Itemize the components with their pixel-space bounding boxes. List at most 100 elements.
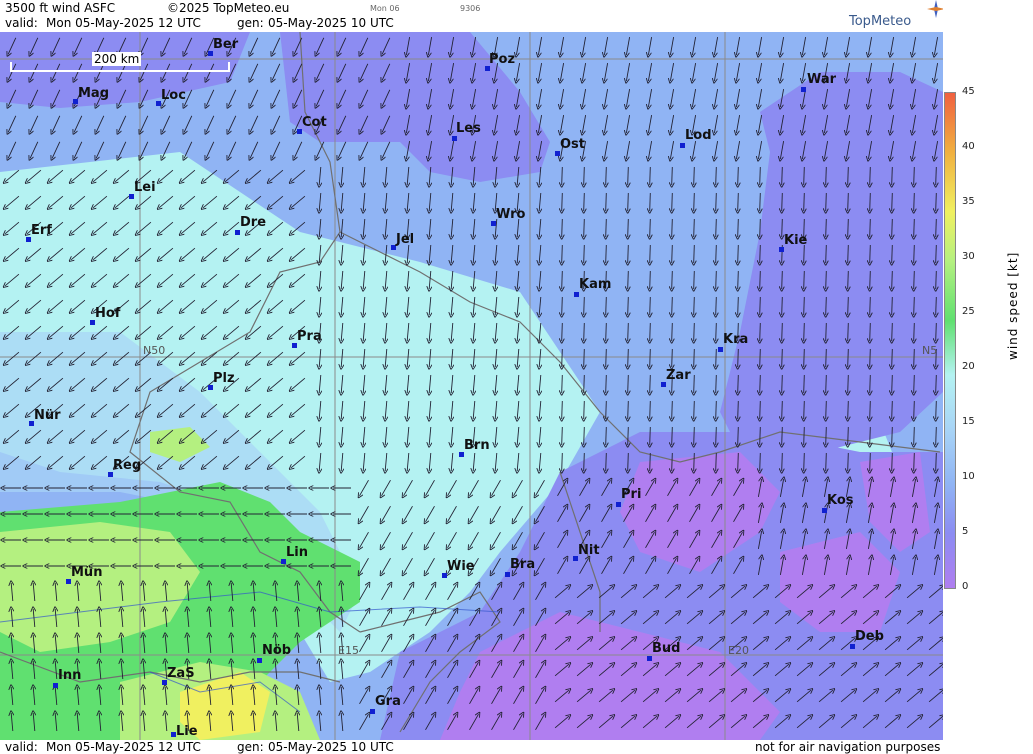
city-wro[interactable]: Wro <box>496 207 525 222</box>
wind-arrow <box>760 452 761 471</box>
wind-arrow <box>760 270 761 289</box>
wind-arrow <box>716 244 717 263</box>
wind-arrow <box>672 348 673 367</box>
wind-arrow <box>584 166 585 185</box>
wind-arrow <box>650 374 651 393</box>
wind-arrow <box>716 166 717 185</box>
wind-arrow <box>848 244 849 263</box>
city-lin[interactable]: Lin <box>286 545 308 560</box>
city-kam[interactable]: Kam <box>579 277 611 292</box>
wind-arrow <box>562 270 563 289</box>
wind-arrow <box>782 166 783 185</box>
copyright: ©2025 TopMeteo.eu <box>167 1 290 15</box>
city-deb[interactable]: Deb <box>855 629 884 644</box>
city-les[interactable]: Les <box>456 121 481 136</box>
wind-arrow <box>672 400 673 419</box>
wind-arrow <box>738 218 739 237</box>
wind-arrow <box>804 192 805 211</box>
grid-label-n50-right: N5 <box>922 344 938 357</box>
wind-arrow <box>716 400 717 419</box>
wind-arrow <box>892 452 893 471</box>
wind-arrow <box>936 374 937 393</box>
wind-arrow <box>584 400 585 419</box>
wind-arrow <box>826 270 827 289</box>
city-jel[interactable]: Jel <box>396 232 414 247</box>
city-pra[interactable]: Pra <box>297 329 322 344</box>
wind-map[interactable]: 200 km N50 N5 E15 E20 Ber Poz War Mag Lo… <box>0 32 943 740</box>
wind-arrow <box>804 166 805 185</box>
wind-arrow <box>650 400 651 419</box>
wind-arrow <box>716 296 717 315</box>
wind-arrow <box>782 296 783 315</box>
wind-arrow <box>870 452 871 471</box>
wind-arrow <box>562 452 563 471</box>
wind-arrow <box>760 192 761 211</box>
wind-arrow <box>826 426 827 445</box>
wind-arrow <box>782 374 783 393</box>
header: 3500 ft wind ASFC ©2025 TopMeteo.eu Mon … <box>0 0 943 32</box>
city-kra[interactable]: Kra <box>723 332 748 347</box>
wind-arrow <box>738 192 739 211</box>
wind-arrow <box>628 348 629 367</box>
city-pri[interactable]: Pri <box>621 487 641 502</box>
city-inn[interactable]: Inn <box>58 668 81 683</box>
wind-arrow <box>672 270 673 289</box>
city-lod[interactable]: Lod <box>685 128 712 143</box>
city-mag[interactable]: Mag <box>78 86 109 101</box>
city-zar[interactable]: Zar <box>666 368 691 383</box>
wind-arrow <box>826 296 827 315</box>
wind-arrow <box>650 244 651 263</box>
wind-arrow <box>892 322 893 341</box>
wind-arrow <box>782 218 783 237</box>
city-kie[interactable]: Kie <box>784 233 807 248</box>
wind-arrow <box>584 348 585 367</box>
wind-arrow <box>628 166 629 185</box>
wind-arrow <box>716 192 717 211</box>
wind-arrow <box>760 166 761 185</box>
city-gra[interactable]: Gra <box>375 694 401 709</box>
topmeteo-logo[interactable]: TopMeteo <box>849 0 945 29</box>
city-dot <box>616 502 621 507</box>
city-ber[interactable]: Ber <box>213 37 238 52</box>
city-kos[interactable]: Kos <box>827 493 854 508</box>
city-poz[interactable]: Poz <box>489 52 515 67</box>
wind-arrow <box>870 166 871 185</box>
color-bar <box>944 92 956 589</box>
city-erf[interactable]: Erf <box>31 223 52 238</box>
city-lei[interactable]: Lei <box>134 180 156 195</box>
wind-arrow <box>738 244 739 263</box>
footer: valid: Mon 05-May-2025 12 UTC gen: 05-Ma… <box>0 740 943 754</box>
city-bud[interactable]: Bud <box>652 641 680 656</box>
wind-arrow <box>650 166 651 185</box>
wind-arrow <box>694 296 695 315</box>
wind-arrow <box>848 296 849 315</box>
legend-title: wind speed [kt] <box>1006 251 1020 360</box>
city-zas[interactable]: ZaS <box>167 666 195 681</box>
city-wie[interactable]: Wie <box>447 559 475 574</box>
city-dre[interactable]: Dre <box>240 215 266 230</box>
city-nit[interactable]: Nit <box>578 543 600 558</box>
city-nur[interactable]: Nür <box>34 408 61 423</box>
wind-arrow <box>562 400 563 419</box>
city-war[interactable]: War <box>807 72 836 87</box>
city-cot[interactable]: Cot <box>302 115 327 130</box>
grid-label-e20: E20 <box>728 644 749 657</box>
city-lie[interactable]: Lie <box>176 724 198 739</box>
city-plz[interactable]: Plz <box>213 371 235 386</box>
wind-arrow <box>672 244 673 263</box>
wind-arrow <box>914 348 915 367</box>
wind-arrow <box>826 374 827 393</box>
wind-arrow <box>562 192 563 211</box>
city-ost[interactable]: Ost <box>560 137 585 152</box>
city-loc[interactable]: Loc <box>161 88 186 103</box>
city-bra[interactable]: Bra <box>510 557 535 572</box>
wind-arrow <box>936 270 937 289</box>
city-mun[interactable]: Mün <box>71 565 102 580</box>
wind-arrow <box>738 296 739 315</box>
legend-tick: 20 <box>962 361 975 372</box>
city-hof[interactable]: Hof <box>95 306 120 321</box>
city-brn[interactable]: Brn <box>464 438 490 453</box>
city-nob[interactable]: Nöb <box>262 643 291 658</box>
city-reg[interactable]: Reg <box>113 458 141 473</box>
wind-arrow <box>782 270 783 289</box>
